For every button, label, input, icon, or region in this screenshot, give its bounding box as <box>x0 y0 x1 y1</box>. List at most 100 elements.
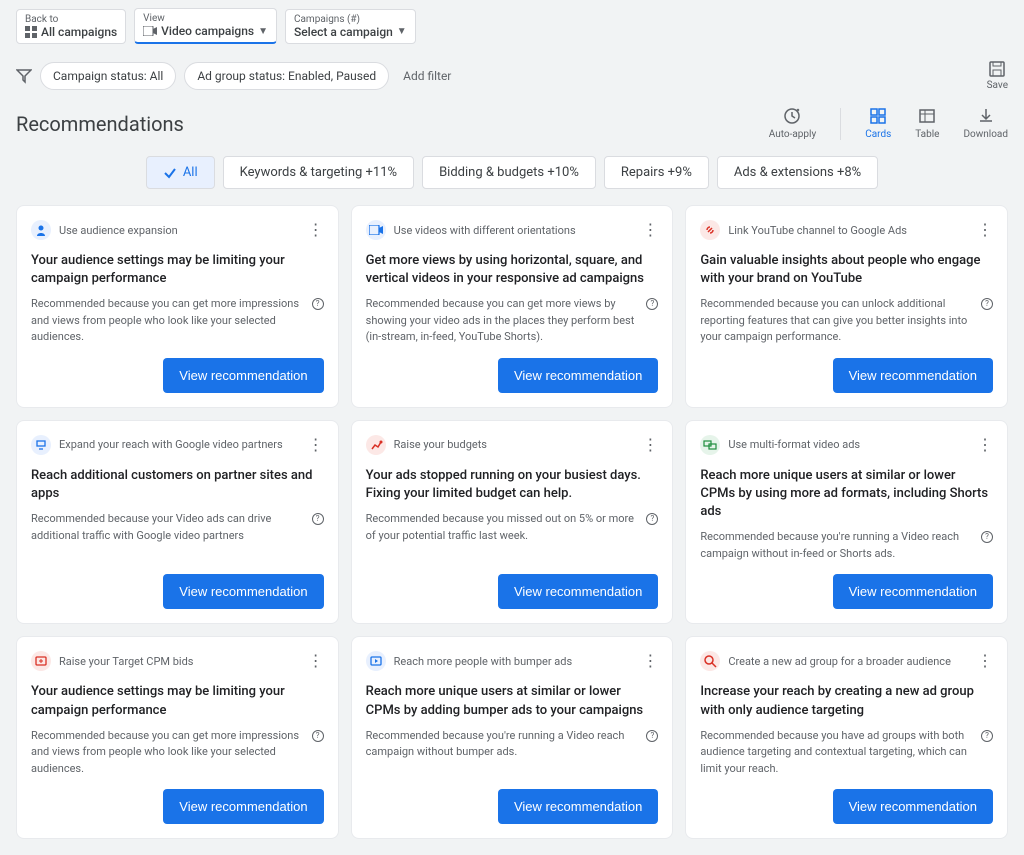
view-recommendation-button[interactable]: View recommendation <box>833 358 993 393</box>
card-header: Link YouTube channel to Google Ads ⋮ <box>700 220 993 240</box>
card-category: Raise your Target CPM bids <box>59 655 300 668</box>
view-recommendation-button[interactable]: View recommendation <box>833 574 993 609</box>
nav-campaigns[interactable]: Campaigns (#) Select a campaign ▼ <box>285 9 416 44</box>
search-icon <box>700 651 720 671</box>
card-menu-button[interactable]: ⋮ <box>308 653 324 669</box>
tab-bidding[interactable]: Bidding & budgets +10% <box>422 156 596 189</box>
nav-campaigns-value: Select a campaign <box>294 25 393 39</box>
save-button[interactable]: Save <box>987 60 1008 91</box>
help-icon[interactable]: ? <box>312 730 324 742</box>
card-description: Recommended because you can get more imp… <box>31 296 324 346</box>
help-icon[interactable]: ? <box>312 298 324 310</box>
link-icon <box>700 220 720 240</box>
help-icon[interactable]: ? <box>981 298 993 310</box>
card-description: Recommended because your Video ads can d… <box>31 511 324 544</box>
recommendation-card: Raise your Target CPM bids ⋮ Your audien… <box>16 636 339 839</box>
card-menu-button[interactable]: ⋮ <box>977 653 993 669</box>
budget-icon <box>366 435 386 455</box>
filter-adgroup-status[interactable]: Ad group status: Enabled, Paused <box>184 62 389 90</box>
card-header: Create a new ad group for a broader audi… <box>700 651 993 671</box>
card-description: Recommended because you have ad groups w… <box>700 728 993 778</box>
card-category: Use multi-format video ads <box>728 438 969 451</box>
nav-back-to[interactable]: Back to All campaigns <box>16 9 126 44</box>
card-description: Recommended because you're running a Vid… <box>366 728 659 761</box>
card-menu-button[interactable]: ⋮ <box>308 222 324 238</box>
tab-ads[interactable]: Ads & extensions +8% <box>717 156 878 189</box>
nav-view-label: View <box>143 13 268 24</box>
nav-view[interactable]: View Video campaigns ▼ <box>134 8 277 44</box>
card-header: Use audience expansion ⋮ <box>31 220 324 240</box>
cards-grid: Use audience expansion ⋮ Your audience s… <box>0 205 1024 855</box>
download-button[interactable]: Download <box>963 107 1008 140</box>
category-tabs: All Keywords & targeting +11% Bidding & … <box>0 156 1024 205</box>
help-icon[interactable]: ? <box>981 531 993 543</box>
save-icon <box>988 60 1006 78</box>
card-description: Recommended because you can unlock addit… <box>700 296 993 346</box>
tab-keywords[interactable]: Keywords & targeting +11% <box>223 156 414 189</box>
tab-label: All <box>183 165 198 180</box>
video-icon <box>366 220 386 240</box>
recommendation-card: Reach more people with bumper ads ⋮ Reac… <box>351 636 674 839</box>
view-recommendation-button[interactable]: View recommendation <box>498 574 658 609</box>
recommendation-card: Expand your reach with Google video part… <box>16 420 339 625</box>
download-icon <box>977 107 995 125</box>
card-title: Gain valuable insights about people who … <box>700 252 993 288</box>
card-menu-button[interactable]: ⋮ <box>977 222 993 238</box>
help-icon[interactable]: ? <box>646 730 658 742</box>
card-description: Recommended because you can get more imp… <box>31 728 324 778</box>
help-icon[interactable]: ? <box>646 513 658 525</box>
chevron-down-icon: ▼ <box>397 26 407 37</box>
add-filter-button[interactable]: Add filter <box>397 63 457 89</box>
card-category: Link YouTube channel to Google Ads <box>728 224 969 237</box>
filter-campaign-status[interactable]: Campaign status: All <box>40 62 176 90</box>
expand-icon <box>31 435 51 455</box>
card-category: Expand your reach with Google video part… <box>59 438 300 451</box>
cards-icon <box>869 107 887 125</box>
view-recommendation-button[interactable]: View recommendation <box>163 358 323 393</box>
top-nav: Back to All campaigns View Video campaig… <box>0 0 1024 52</box>
card-menu-button[interactable]: ⋮ <box>642 222 658 238</box>
bumper-icon <box>366 651 386 671</box>
recommendation-card: Use audience expansion ⋮ Your audience s… <box>16 205 339 408</box>
view-recommendation-button[interactable]: View recommendation <box>163 789 323 824</box>
card-header: Raise your budgets ⋮ <box>366 435 659 455</box>
card-title: Your audience settings may be limiting y… <box>31 683 324 719</box>
card-title: Get more views by using horizontal, squa… <box>366 252 659 288</box>
save-label: Save <box>987 80 1008 91</box>
tab-all[interactable]: All <box>146 156 215 189</box>
card-description: Recommended because you missed out on 5%… <box>366 511 659 544</box>
card-menu-button[interactable]: ⋮ <box>308 437 324 453</box>
grid-icon <box>25 26 37 38</box>
multiformat-icon <box>700 435 720 455</box>
view-recommendation-button[interactable]: View recommendation <box>498 358 658 393</box>
table-view-button[interactable]: Table <box>915 107 939 140</box>
card-title: Increase your reach by creating a new ad… <box>700 683 993 719</box>
filter-icon[interactable] <box>16 68 32 84</box>
recommendation-card: Create a new ad group for a broader audi… <box>685 636 1008 839</box>
divider <box>840 108 841 140</box>
view-recommendation-button[interactable]: View recommendation <box>498 789 658 824</box>
nav-view-value: Video campaigns <box>161 24 254 38</box>
card-title: Your audience settings may be limiting y… <box>31 252 324 288</box>
recommendation-card: Use videos with different orientations ⋮… <box>351 205 674 408</box>
help-icon[interactable]: ? <box>646 298 658 310</box>
nav-back-label: Back to <box>25 14 117 25</box>
card-menu-button[interactable]: ⋮ <box>977 437 993 453</box>
help-icon[interactable]: ? <box>981 730 993 742</box>
header-actions: Auto-apply Cards Table Download <box>769 107 1008 140</box>
card-title: Reach more unique users at similar or lo… <box>366 683 659 719</box>
card-header: Expand your reach with Google video part… <box>31 435 324 455</box>
card-category: Raise your budgets <box>394 438 635 451</box>
view-recommendation-button[interactable]: View recommendation <box>833 789 993 824</box>
recommendation-card: Raise your budgets ⋮ Your ads stopped ru… <box>351 420 674 625</box>
card-description: Recommended because you can get more vie… <box>366 296 659 346</box>
card-title: Reach additional customers on partner si… <box>31 467 324 503</box>
card-header: Raise your Target CPM bids ⋮ <box>31 651 324 671</box>
auto-apply-button[interactable]: Auto-apply <box>769 107 816 140</box>
card-menu-button[interactable]: ⋮ <box>642 437 658 453</box>
tab-repairs[interactable]: Repairs +9% <box>604 156 709 189</box>
card-menu-button[interactable]: ⋮ <box>642 653 658 669</box>
view-recommendation-button[interactable]: View recommendation <box>163 574 323 609</box>
help-icon[interactable]: ? <box>312 513 324 525</box>
cards-view-button[interactable]: Cards <box>865 107 891 140</box>
